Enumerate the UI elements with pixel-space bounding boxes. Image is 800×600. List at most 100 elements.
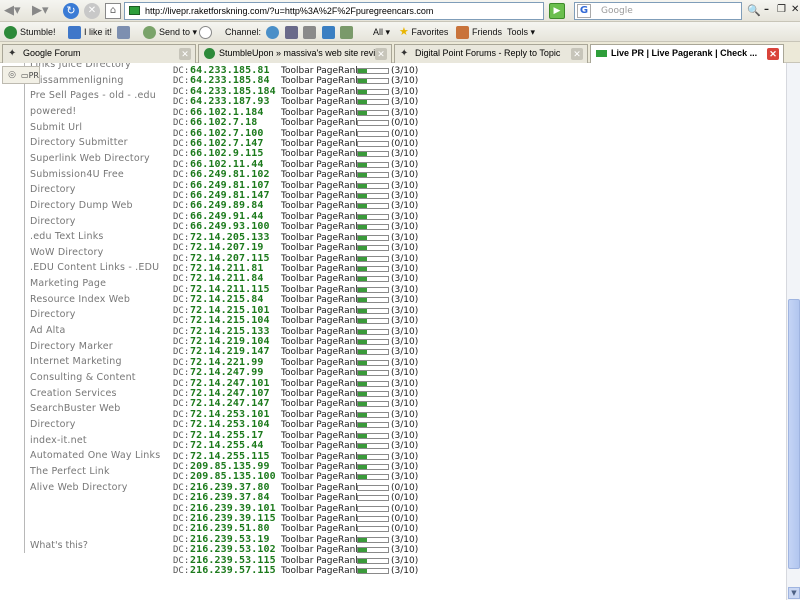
pagerank-bar-fill (358, 194, 367, 199)
pagerank-bar-fill (358, 183, 367, 188)
minimize-button[interactable]: – (764, 4, 769, 15)
dc-label: DC: (173, 316, 190, 327)
pagerank-bar-fill (358, 548, 367, 553)
pagerank-bar (357, 255, 389, 262)
pagerank-label: Toolbar PageRank: (281, 180, 364, 191)
favorites-button[interactable]: ★ Favorites (399, 25, 448, 40)
tools-menu[interactable]: Tools ▾ (507, 25, 535, 40)
photo-icon[interactable] (321, 26, 335, 40)
pagerank-label: Toolbar PageRank: (281, 305, 364, 316)
pagerank-label: Toolbar PageRank: (281, 378, 364, 389)
pagerank-label: Toolbar PageRank: (281, 284, 364, 295)
pagerank-bar (357, 349, 389, 356)
back-button[interactable]: ◀▾ (4, 2, 21, 20)
globe-icon[interactable] (266, 26, 279, 40)
result-row: DC: 216.239.37.80 Toolbar PageRank: (0/10) (0, 482, 600, 493)
result-row: DC: 72.14.215.101 Toolbar PageRank: (3/10) (0, 305, 600, 316)
result-row: DC: 72.14.219.147 Toolbar PageRank: (3/10) (0, 346, 600, 358)
datacenter-ip: 216.239.53.19 (190, 533, 270, 545)
stumble-button[interactable]: Stumble! (4, 25, 56, 40)
search-go-icon[interactable]: 🔍 (747, 4, 761, 17)
result-row: DC: 216.239.39.101 Toolbar PageRank: (0/10) (0, 502, 600, 514)
dc-label: DC: (173, 86, 190, 97)
dc-label: DC: (173, 305, 190, 316)
result-row: DC: 66.249.81.147 Toolbar PageRank: (3/10) (0, 190, 600, 201)
scroll-down-arrow-icon[interactable]: ▼ (788, 587, 800, 599)
pagerank-bar-fill (358, 298, 367, 303)
all-dropdown[interactable]: All ▾ (373, 25, 390, 40)
tab-close-icon[interactable]: ✕ (767, 48, 779, 60)
tab-google-forum[interactable]: ✦ Google Forum ✕ (2, 44, 196, 63)
friends-button[interactable]: Friends (456, 25, 502, 40)
pagerank-label: Toolbar PageRank: (281, 357, 364, 368)
restore-button[interactable]: ❐ (777, 4, 786, 15)
pagerank-bar-fill (358, 464, 367, 469)
pagerank-label: Toolbar PageRank: (281, 389, 364, 400)
dc-label: DC: (173, 420, 190, 431)
scrollbar-thumb[interactable] (788, 299, 800, 569)
tab-digital-point[interactable]: ✦ Digital Point Forums - Reply to Topic … (394, 44, 588, 63)
close-window-button[interactable]: ✕ (791, 4, 799, 15)
search-input[interactable]: G Google (574, 2, 742, 20)
dc-label: DC: (173, 211, 190, 222)
datacenter-ip: 72.14.253.104 (190, 419, 270, 431)
home-icon[interactable]: ⌂ (105, 3, 121, 19)
dc-label: DC: (173, 222, 190, 233)
tab-live-pr[interactable]: Live PR | Live Pagerank | Check ... ✕ (590, 44, 784, 63)
sendto-button[interactable]: Send to ▾ (143, 25, 197, 40)
pagerank-score: (0/10) (391, 503, 419, 514)
tab-stumbleupon[interactable]: StumbleUpon » massiva's web site revi...… (198, 44, 392, 63)
channel-icons[interactable] (266, 25, 356, 40)
tab-close-icon[interactable]: ✕ (571, 48, 583, 60)
pagerank-bar (357, 88, 389, 95)
result-row: DC: 72.14.205.133 Toolbar PageRank: (3/10) (0, 232, 600, 243)
pagerank-score: (3/10) (391, 378, 419, 389)
tab-close-icon[interactable]: ✕ (375, 48, 387, 60)
reload-icon[interactable]: ↻ (63, 3, 79, 19)
pagerank-bar-fill (358, 79, 367, 84)
pagerank-score: (0/10) (391, 482, 419, 493)
ilike-label: I like it! (84, 27, 113, 37)
pagerank-bar (357, 213, 389, 220)
forward-button[interactable]: ▶▾ (32, 2, 49, 20)
result-row: DC: 64.233.185.184 Toolbar PageRank: (3/10) (0, 86, 600, 97)
tab-close-icon[interactable]: ✕ (179, 48, 191, 60)
pagerank-score: (3/10) (391, 243, 419, 254)
pagerank-score: (0/10) (391, 138, 419, 149)
tool-icon[interactable]: ◎ (5, 69, 19, 82)
pagerank-score: (3/10) (391, 534, 419, 545)
pagerank-score: (3/10) (391, 76, 419, 87)
datacenter-ip: 72.14.253.101 (190, 408, 270, 420)
pagerank-score: (3/10) (391, 555, 419, 566)
datacenter-ip: 72.14.255.17 (190, 429, 264, 441)
address-bar[interactable]: http://livepr.raketforskning.com/?u=http… (124, 2, 544, 20)
thumbs-down-button[interactable] (117, 25, 133, 40)
pagerank-score: (3/10) (391, 170, 419, 181)
pagerank-bar-fill (358, 329, 367, 334)
pagerank-label: Toolbar PageRank: (281, 420, 364, 431)
pagerank-label: Toolbar PageRank: (281, 347, 364, 358)
datacenter-ip: 72.14.247.147 (190, 398, 270, 410)
vertical-scrollbar[interactable]: ▼ (786, 63, 800, 600)
news-icon[interactable] (340, 26, 354, 40)
pagerank-bar-fill (358, 392, 367, 397)
go-button[interactable]: ▶ (549, 3, 565, 19)
dc-label: DC: (173, 274, 190, 285)
stop-icon[interactable]: ✕ (84, 3, 100, 19)
pagerank-score: (3/10) (391, 472, 419, 483)
tag-icon[interactable] (303, 26, 317, 40)
dc-label: DC: (173, 378, 190, 389)
dc-label: DC: (173, 201, 190, 212)
result-row: DC: 66.102.7.18 Toolbar PageRank: (0/10) (0, 117, 600, 128)
datacenter-ip: 216.239.57.115 (190, 565, 276, 577)
dc-label: DC: (173, 76, 190, 87)
dc-label: DC: (173, 399, 190, 410)
video-icon[interactable] (284, 26, 298, 40)
datacenter-ip: 216.239.39.101 (190, 502, 276, 514)
pagerank-tool-icon[interactable]: ▭PR (21, 69, 39, 82)
tab-label: Live PR | Live Pagerank | Check ... (611, 48, 758, 58)
ilike-button[interactable]: I like it! (68, 25, 112, 40)
pagerank-label: Toolbar PageRank: (281, 243, 364, 254)
comment-button[interactable] (199, 25, 215, 40)
pagerank-score: (3/10) (391, 97, 419, 108)
